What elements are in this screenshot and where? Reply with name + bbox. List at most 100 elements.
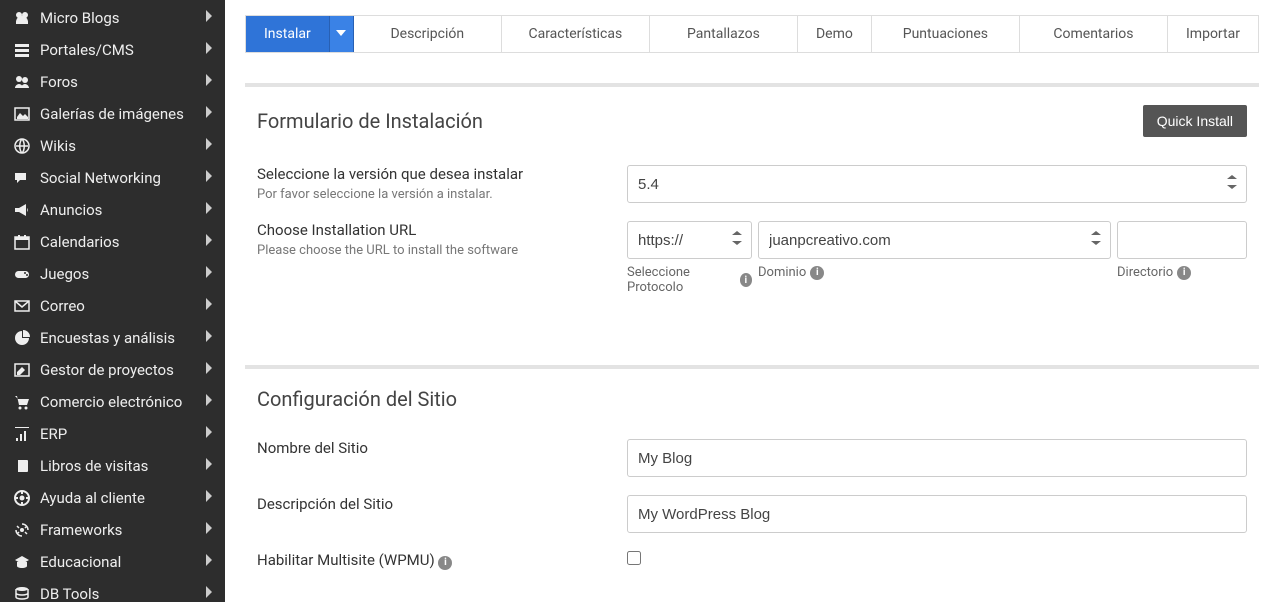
sidebar-item-portals[interactable]: Portales/CMS xyxy=(0,34,225,66)
mail-icon xyxy=(12,298,32,314)
sidebar-item-label: Juegos xyxy=(40,265,89,283)
sidebar-item-label: Foros xyxy=(40,73,78,91)
sidebar-item-forums[interactable]: Foros xyxy=(0,66,225,98)
sidebar-item-label: Libros de visitas xyxy=(40,457,148,475)
tab-instalar[interactable]: Instalar xyxy=(246,16,330,52)
chevron-right-icon xyxy=(205,586,213,602)
multisite-label: Habilitar Multisite (WPMU) i xyxy=(257,551,607,570)
tab-label: Demo xyxy=(816,26,853,42)
install-form-title: Formulario de Instalación xyxy=(257,109,483,133)
sidebar-item-erp[interactable]: ERP xyxy=(0,418,225,450)
tab-puntuaciones[interactable]: Puntuaciones xyxy=(872,16,1020,52)
site-config-title: Configuración del Sitio xyxy=(257,387,457,411)
chevron-right-icon xyxy=(205,266,213,282)
sidebar-item-wiki[interactable]: Wikis xyxy=(0,130,225,162)
tab-demo[interactable]: Demo xyxy=(798,16,872,52)
chevron-right-icon xyxy=(205,42,213,58)
sidebar-item-galleries[interactable]: Galerías de imágenes xyxy=(0,98,225,130)
sidebar-item-label: Calendarios xyxy=(40,233,119,251)
url-hint: Please choose the URL to install the sof… xyxy=(257,243,607,258)
tab-instalar-dropdown[interactable] xyxy=(330,16,354,52)
info-icon[interactable]: i xyxy=(740,273,752,287)
sidebar-item-support[interactable]: Ayuda al cliente xyxy=(0,482,225,514)
info-icon[interactable]: i xyxy=(438,556,452,570)
sidebar-item-label: Comercio electrónico xyxy=(40,393,182,411)
portals-icon xyxy=(12,42,32,58)
sidebar-item-microblogs[interactable]: Micro Blogs xyxy=(0,2,225,34)
sidebar-item-label: Encuestas y análisis xyxy=(40,329,175,347)
sidebar-item-label: Frameworks xyxy=(40,521,122,539)
quick-install-button[interactable]: Quick Install xyxy=(1143,105,1247,137)
protocol-sublabel: Seleccione Protocolo xyxy=(627,265,736,295)
sidebar-item-guestbook[interactable]: Libros de visitas xyxy=(0,450,225,482)
social-icon xyxy=(12,170,32,186)
chevron-right-icon xyxy=(205,10,213,26)
section-install-form: Formulario de Instalación Quick Install … xyxy=(245,83,1259,335)
chevron-right-icon xyxy=(205,394,213,410)
domain-sublabel: Dominio xyxy=(758,265,806,280)
site-name-label: Nombre del Sitio xyxy=(257,439,607,457)
main-content: Instalar Descripción Características Pan… xyxy=(225,0,1279,602)
tab-comentarios[interactable]: Comentarios xyxy=(1020,16,1168,52)
directory-input[interactable] xyxy=(1117,221,1247,259)
sidebar-item-label: Galerías de imágenes xyxy=(40,105,184,123)
sidebar-item-polls[interactable]: Encuestas y análisis xyxy=(0,322,225,354)
sidebar-item-ecommerce[interactable]: Comercio electrónico xyxy=(0,386,225,418)
sidebar-item-social[interactable]: Social Networking xyxy=(0,162,225,194)
chevron-right-icon xyxy=(205,330,213,346)
protocol-select[interactable]: https:// xyxy=(627,221,752,259)
sidebar-item-calendar[interactable]: Calendarios xyxy=(0,226,225,258)
url-label: Choose Installation URL xyxy=(257,221,607,239)
forums-icon xyxy=(12,74,32,90)
tab-importar[interactable]: Importar xyxy=(1168,16,1258,52)
chevron-right-icon xyxy=(205,458,213,474)
calendar-icon xyxy=(12,234,32,250)
galleries-icon xyxy=(12,106,32,122)
sidebar-item-ads[interactable]: Anuncios xyxy=(0,194,225,226)
tab-pantallazos[interactable]: Pantallazos xyxy=(650,16,798,52)
tab-caracteristicas[interactable]: Características xyxy=(502,16,650,52)
sidebar-item-label: DB Tools xyxy=(40,585,99,602)
section-site-config: Configuración del Sitio Nombre del Sitio… xyxy=(245,365,1259,602)
tab-label: Instalar xyxy=(264,26,311,42)
sidebar-item-label: Educacional xyxy=(40,553,121,571)
sidebar: Micro Blogs Portales/CMS Foros Galerías … xyxy=(0,0,225,602)
domain-select[interactable]: juanpcreativo.com xyxy=(758,221,1111,259)
sidebar-item-projects[interactable]: Gestor de proyectos xyxy=(0,354,225,386)
sidebar-item-label: Social Networking xyxy=(40,169,161,187)
sidebar-item-frameworks[interactable]: Frameworks xyxy=(0,514,225,546)
version-select[interactable]: 5.4 xyxy=(627,165,1247,203)
directory-sublabel: Directorio xyxy=(1117,265,1173,280)
info-icon[interactable]: i xyxy=(1177,266,1191,280)
info-icon[interactable]: i xyxy=(810,266,824,280)
erp-icon xyxy=(12,426,32,442)
tab-label: Pantallazos xyxy=(687,26,760,42)
sidebar-item-label: Wikis xyxy=(40,137,76,155)
games-icon xyxy=(12,266,32,282)
chevron-right-icon xyxy=(205,234,213,250)
tab-descripcion[interactable]: Descripción xyxy=(354,16,502,52)
chevron-right-icon xyxy=(205,522,213,538)
microblogs-icon xyxy=(12,10,32,26)
sidebar-item-games[interactable]: Juegos xyxy=(0,258,225,290)
version-label: Seleccione la versión que desea instalar xyxy=(257,165,607,183)
chevron-right-icon xyxy=(205,138,213,154)
chevron-right-icon xyxy=(205,490,213,506)
site-desc-input[interactable] xyxy=(627,495,1247,533)
multisite-checkbox[interactable] xyxy=(627,551,641,565)
support-icon xyxy=(12,490,32,506)
sidebar-item-mail[interactable]: Correo xyxy=(0,290,225,322)
chevron-right-icon xyxy=(205,426,213,442)
chevron-right-icon xyxy=(205,362,213,378)
sidebar-item-education[interactable]: Educacional xyxy=(0,546,225,578)
sidebar-item-label: Gestor de proyectos xyxy=(40,361,174,379)
sidebar-item-dbtools[interactable]: DB Tools xyxy=(0,578,225,602)
tab-label: Importar xyxy=(1186,26,1240,42)
tab-label: Puntuaciones xyxy=(903,26,988,42)
projects-icon xyxy=(12,362,32,378)
sidebar-item-label: Micro Blogs xyxy=(40,9,120,27)
sidebar-item-label: Anuncios xyxy=(40,201,102,219)
site-name-input[interactable] xyxy=(627,439,1247,477)
version-hint: Por favor seleccione la versión a instal… xyxy=(257,187,607,202)
frameworks-icon xyxy=(12,522,32,538)
